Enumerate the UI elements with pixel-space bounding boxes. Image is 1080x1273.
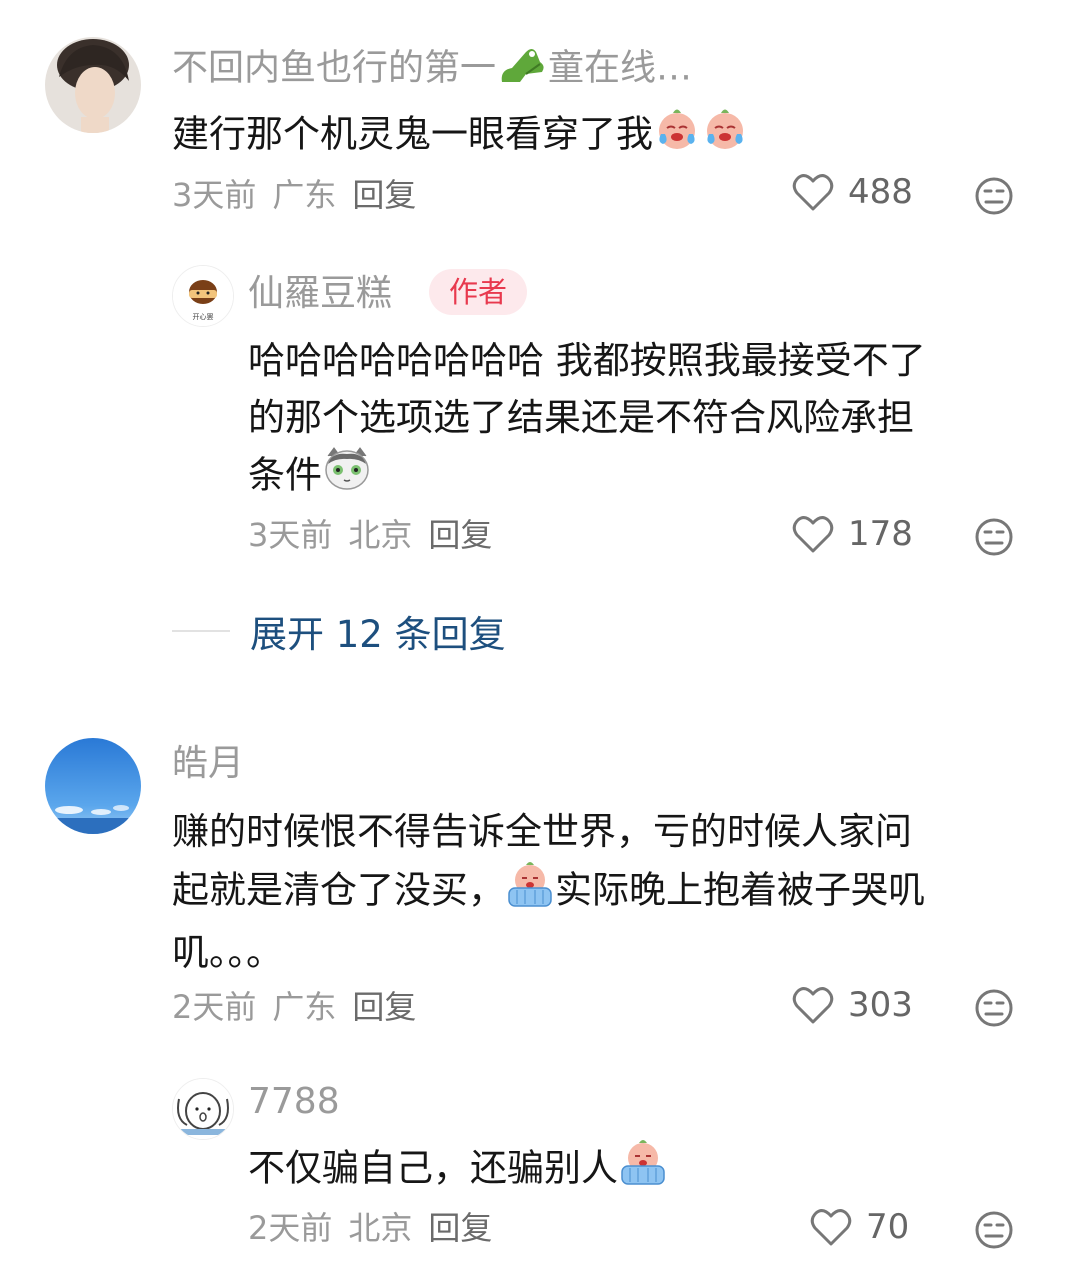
username[interactable]: 仙羅豆糕	[248, 272, 392, 316]
meh-face-icon[interactable]	[974, 988, 1014, 1032]
location: 北京	[348, 516, 413, 554]
meh-face-icon[interactable]	[974, 517, 1014, 561]
crying-face-icon	[701, 104, 749, 168]
like-button[interactable]: 70	[810, 1207, 909, 1247]
expand-replies-label: 展开 12 条回复	[250, 613, 506, 656]
crying-blanket-icon	[505, 860, 555, 924]
comment-meta: 3天前 广东 回复	[172, 175, 432, 215]
avatar[interactable]	[45, 738, 141, 834]
heart-icon	[810, 1209, 852, 1246]
reply-button[interactable]: 回复	[352, 176, 416, 214]
location: 广东	[272, 176, 337, 214]
comment-meta: 2天前 北京 回复	[248, 1208, 508, 1248]
crying-face-icon	[653, 104, 701, 168]
like-button[interactable]: 488	[792, 172, 913, 212]
timestamp: 2天前	[172, 988, 257, 1026]
avatar-text: 开心罢	[193, 313, 214, 321]
reply-button[interactable]: 回复	[352, 988, 416, 1026]
meh-face-icon[interactable]	[974, 1210, 1014, 1254]
expand-replies-button[interactable]: 展开 12 条回复	[172, 604, 506, 658]
divider	[172, 630, 230, 632]
crying-blanket-icon	[618, 1138, 668, 1202]
timestamp: 2天前	[248, 1209, 333, 1247]
like-count: 488	[848, 172, 913, 212]
comment-text: 哈哈哈哈哈哈哈哈 我都按照我最接受不了 的那个选项选了结果还是不符合风险承担 条…	[248, 332, 1038, 508]
like-count: 70	[866, 1207, 910, 1247]
cat-icon	[322, 446, 372, 508]
heart-icon	[792, 987, 834, 1024]
like-count: 303	[848, 985, 913, 1025]
timestamp: 3天前	[172, 176, 257, 214]
comment-text: 赚的时候恨不得告诉全世界，亏的时候人家问 起就是清仓了没买， 实际晚上抱着被子哭…	[172, 810, 925, 974]
username[interactable]: 皓月	[172, 742, 244, 786]
meh-face-icon[interactable]	[974, 176, 1014, 220]
comment-text: 不仅骗自己，还骗别人	[248, 1138, 668, 1202]
reply-button[interactable]: 回复	[428, 1209, 492, 1247]
crocodile-icon	[496, 42, 548, 97]
reply-button[interactable]: 回复	[428, 516, 492, 554]
avatar[interactable]	[45, 37, 141, 133]
username[interactable]: 7788	[248, 1080, 340, 1124]
like-button[interactable]: 178	[792, 514, 913, 554]
location: 广东	[272, 988, 337, 1026]
avatar[interactable]	[172, 1078, 234, 1140]
author-badge: 作者	[429, 269, 528, 315]
avatar[interactable]: 开心罢	[172, 265, 234, 327]
comment-meta: 3天前 北京 回复	[248, 515, 508, 555]
location: 北京	[348, 1209, 413, 1247]
comment-meta: 2天前 广东 回复	[172, 987, 432, 1027]
like-button[interactable]: 303	[792, 985, 913, 1025]
like-count: 178	[848, 514, 913, 554]
heart-icon	[792, 516, 834, 553]
heart-icon	[792, 174, 834, 211]
username[interactable]: 不回内鱼也行的第一 童在线…	[172, 42, 692, 97]
comment-text: 建行那个机灵鬼一眼看穿了我	[172, 104, 749, 168]
timestamp: 3天前	[248, 516, 333, 554]
